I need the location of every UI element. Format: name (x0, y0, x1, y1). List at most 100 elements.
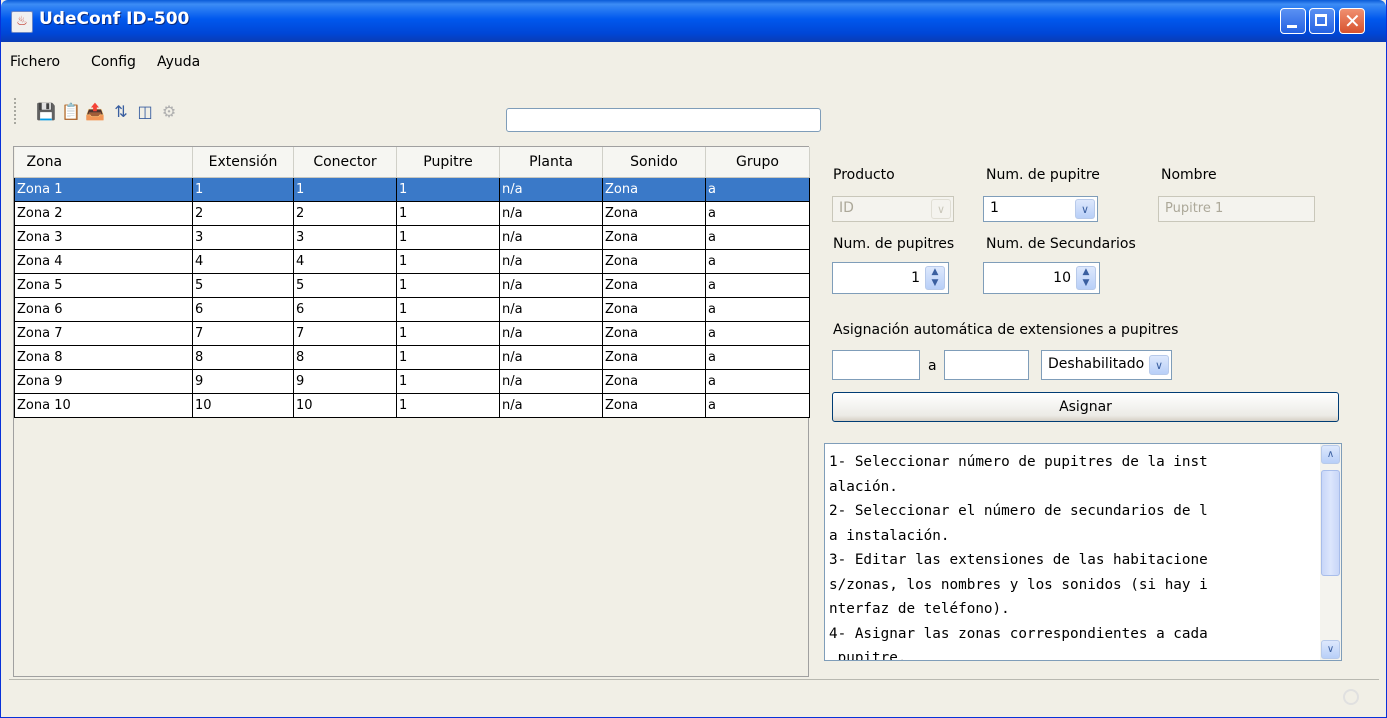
chevron-down-icon[interactable]: ∨ (1075, 199, 1095, 219)
cell-extension[interactable]: 1 (192, 177, 294, 202)
cell-sonido[interactable]: Zona (602, 297, 706, 322)
cell-extension[interactable]: 9 (192, 369, 294, 394)
cell-conector[interactable]: 8 (293, 345, 397, 370)
cell-pupitre[interactable]: 1 (396, 393, 500, 418)
cell-pupitre[interactable]: 1 (396, 249, 500, 274)
save-icon[interactable]: 💾 (36, 103, 56, 121)
cell-zona[interactable]: Zona 6 (14, 297, 193, 322)
cell-conector[interactable]: 3 (293, 225, 397, 250)
cell-pupitre[interactable]: 1 (396, 321, 500, 346)
close-button[interactable]: ✕ (1339, 8, 1365, 34)
cell-grupo[interactable]: a (705, 393, 810, 418)
cell-extension[interactable]: 4 (192, 249, 294, 274)
range-to-input[interactable] (944, 350, 1029, 380)
cell-sonido[interactable]: Zona (602, 201, 706, 226)
cell-planta[interactable]: n/a (499, 369, 603, 394)
cell-pupitre[interactable]: 1 (396, 297, 500, 322)
range-from-input[interactable] (832, 350, 920, 380)
cell-sonido[interactable]: Zona (602, 369, 706, 394)
table-row[interactable]: Zona 8 8 8 1 n/a Zona a (14, 345, 810, 370)
cell-conector[interactable]: 6 (293, 297, 397, 322)
windows-icon[interactable]: ◫ (135, 103, 155, 121)
minimize-button[interactable] (1280, 8, 1306, 34)
cell-extension[interactable]: 3 (192, 225, 294, 250)
sync-icon[interactable]: ⇅ (111, 103, 131, 121)
asignar-button[interactable]: Asignar (832, 392, 1339, 422)
cell-planta[interactable]: n/a (499, 321, 603, 346)
cell-grupo[interactable]: a (705, 273, 810, 298)
cell-zona[interactable]: Zona 1 (14, 177, 193, 202)
cell-pupitre[interactable]: 1 (396, 225, 500, 250)
cell-planta[interactable]: n/a (499, 297, 603, 322)
table-row[interactable]: Zona 9 9 9 1 n/a Zona a (14, 369, 810, 394)
spinner-arrows-icon[interactable]: ▲ ▼ (1076, 266, 1096, 290)
scroll-thumb[interactable] (1321, 470, 1340, 576)
cell-zona[interactable]: Zona 3 (14, 225, 193, 250)
cell-grupo[interactable]: a (705, 345, 810, 370)
cell-planta[interactable]: n/a (499, 345, 603, 370)
num-pupitre-select[interactable]: 1 ∨ (983, 196, 1098, 222)
cell-extension[interactable]: 8 (192, 345, 294, 370)
table-row[interactable]: Zona 10 10 10 1 n/a Zona a (14, 393, 810, 418)
cell-grupo[interactable]: a (705, 321, 810, 346)
cell-extension[interactable]: 10 (192, 393, 294, 418)
cell-pupitre[interactable]: 1 (396, 345, 500, 370)
cell-pupitre[interactable]: 1 (396, 273, 500, 298)
num-pupitres-spinner[interactable]: 1 ▲ ▼ (832, 262, 949, 294)
cell-conector[interactable]: 4 (293, 249, 397, 274)
cell-conector[interactable]: 2 (293, 201, 397, 226)
column-header-pupitre[interactable]: Pupitre (396, 147, 500, 178)
cell-zona[interactable]: Zona 5 (14, 273, 193, 298)
table-row[interactable]: Zona 7 7 7 1 n/a Zona a (14, 321, 810, 346)
toolbar-grip[interactable] (14, 98, 19, 124)
cell-extension[interactable]: 6 (192, 297, 294, 322)
chevron-down-icon[interactable]: ∨ (1149, 355, 1169, 375)
column-header-grupo[interactable]: Grupo (705, 147, 810, 178)
column-header-sonido[interactable]: Sonido (602, 147, 706, 178)
cell-zona[interactable]: Zona 10 (14, 393, 193, 418)
search-input[interactable] (506, 108, 821, 132)
cell-conector[interactable]: 10 (293, 393, 397, 418)
cell-grupo[interactable]: a (705, 201, 810, 226)
cell-grupo[interactable]: a (705, 249, 810, 274)
cell-planta[interactable]: n/a (499, 273, 603, 298)
cell-grupo[interactable]: a (705, 225, 810, 250)
cell-planta[interactable]: n/a (499, 393, 603, 418)
column-header-zona[interactable]: Zona (14, 147, 193, 178)
cell-grupo[interactable]: a (705, 297, 810, 322)
cell-planta[interactable]: n/a (499, 249, 603, 274)
mode-select[interactable]: Deshabilitado ∨ (1041, 350, 1172, 380)
table-row[interactable]: Zona 3 3 3 1 n/a Zona a (14, 225, 810, 250)
cell-grupo[interactable]: a (705, 369, 810, 394)
cell-grupo[interactable]: a (705, 177, 810, 202)
cell-pupitre[interactable]: 1 (396, 201, 500, 226)
cell-zona[interactable]: Zona 2 (14, 201, 193, 226)
scroll-down-icon[interactable]: ∨ (1321, 640, 1340, 659)
cell-zona[interactable]: Zona 7 (14, 321, 193, 346)
cell-zona[interactable]: Zona 9 (14, 369, 193, 394)
cell-sonido[interactable]: Zona (602, 345, 706, 370)
menu-fichero[interactable]: Fichero (10, 54, 60, 70)
cell-sonido[interactable]: Zona (602, 321, 706, 346)
cell-zona[interactable]: Zona 4 (14, 249, 193, 274)
title-bar[interactable]: ♨ UdeConf ID-500 ✕ (1, 0, 1386, 42)
cell-pupitre[interactable]: 1 (396, 177, 500, 202)
cell-conector[interactable]: 5 (293, 273, 397, 298)
cell-conector[interactable]: 7 (293, 321, 397, 346)
cell-sonido[interactable]: Zona (602, 177, 706, 202)
table-row[interactable]: Zona 6 6 6 1 n/a Zona a (14, 297, 810, 322)
column-header-planta[interactable]: Planta (499, 147, 603, 178)
export-icon[interactable]: 📤 (85, 103, 105, 121)
instructions-textarea[interactable]: 1- Seleccionar número de pupitres de la … (824, 443, 1342, 661)
column-header-extension[interactable]: Extensión (192, 147, 294, 178)
table-row[interactable]: Zona 2 2 2 1 n/a Zona a (14, 201, 810, 226)
cell-planta[interactable]: n/a (499, 177, 603, 202)
column-header-conector[interactable]: Conector (293, 147, 397, 178)
cell-conector[interactable]: 9 (293, 369, 397, 394)
instructions-scrollbar[interactable]: ∧ ∨ (1320, 444, 1341, 660)
cell-sonido[interactable]: Zona (602, 273, 706, 298)
cell-pupitre[interactable]: 1 (396, 369, 500, 394)
cell-sonido[interactable]: Zona (602, 225, 706, 250)
cell-extension[interactable]: 5 (192, 273, 294, 298)
menu-config[interactable]: Config (91, 54, 136, 70)
